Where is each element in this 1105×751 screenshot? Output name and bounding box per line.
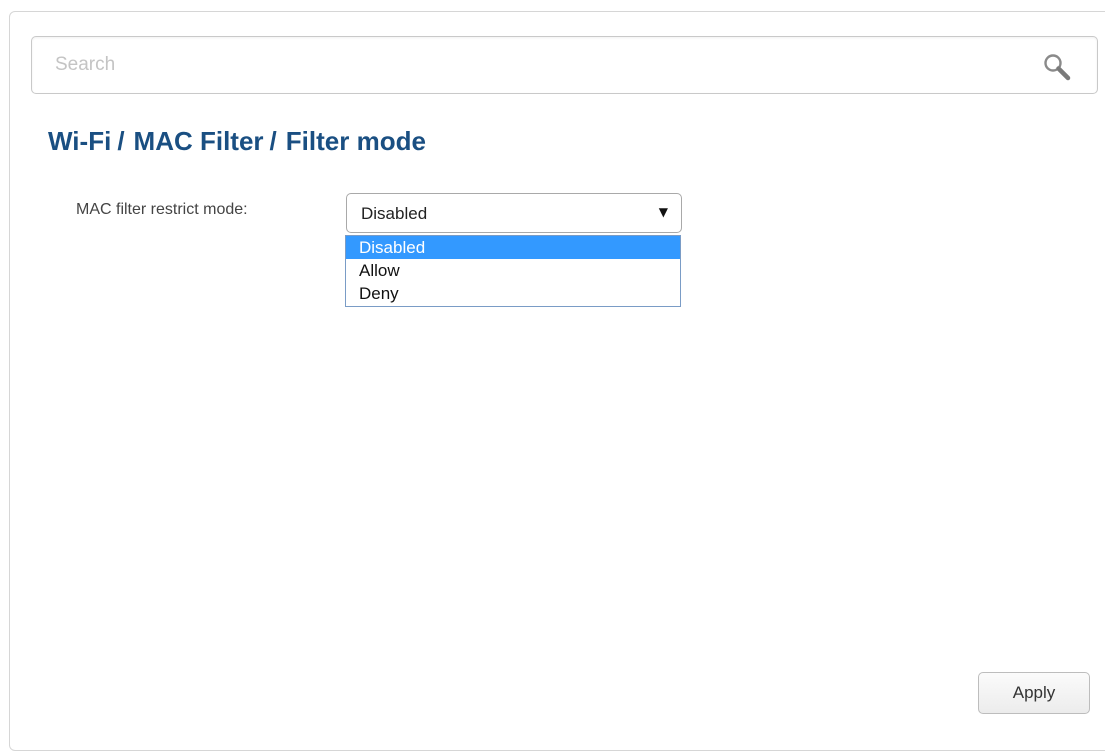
content-panel xyxy=(9,11,1105,751)
search-box xyxy=(31,36,1098,94)
restrict-mode-label: MAC filter restrict mode: xyxy=(76,201,248,218)
search-input[interactable] xyxy=(32,37,1032,93)
breadcrumb-separator: / xyxy=(117,126,125,156)
apply-button[interactable]: Apply xyxy=(978,672,1090,714)
breadcrumb-item-mac-filter[interactable]: MAC Filter xyxy=(134,126,264,157)
dropdown-arrow-icon: ▼ xyxy=(658,205,668,219)
restrict-mode-selected-value: Disabled xyxy=(361,204,428,223)
breadcrumb-item-wifi[interactable]: Wi-Fi xyxy=(48,126,111,157)
breadcrumb-item-filter-mode: Filter mode xyxy=(285,126,426,156)
search-icon[interactable] xyxy=(1042,52,1072,82)
restrict-mode-select[interactable]: Disabled ▼ xyxy=(346,193,682,233)
breadcrumb-separator: / xyxy=(269,126,277,156)
breadcrumb: Wi-Fi / MAC Filter / Filter mode xyxy=(48,126,426,157)
restrict-mode-dropdown-list: Disabled Allow Deny xyxy=(345,235,681,307)
dropdown-option-deny[interactable]: Deny xyxy=(346,282,680,305)
dropdown-option-allow[interactable]: Allow xyxy=(346,259,680,282)
dropdown-option-disabled[interactable]: Disabled xyxy=(346,236,680,259)
